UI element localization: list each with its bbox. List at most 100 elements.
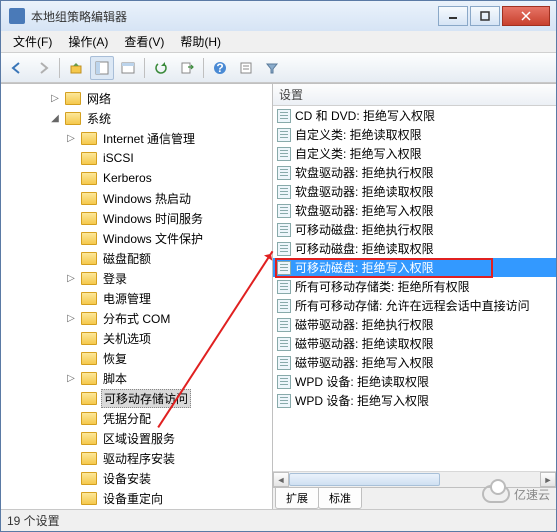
expander-closed-icon[interactable]: ▷ — [65, 272, 77, 284]
refresh-button[interactable] — [149, 56, 173, 80]
tree-item-label: 区域设置服务 — [101, 430, 177, 447]
list-item[interactable]: WPD 设备: 拒绝读取权限 — [273, 372, 556, 391]
tree-item[interactable]: 磁盘配额 — [1, 248, 272, 268]
list-item-label: WPD 设备: 拒绝读取权限 — [295, 373, 429, 390]
tree-item[interactable]: ▷登录 — [1, 268, 272, 288]
filter-button[interactable] — [260, 56, 284, 80]
expander-closed-icon[interactable]: ▷ — [65, 312, 77, 324]
tree-item[interactable]: Windows 热启动 — [1, 188, 272, 208]
list-item[interactable]: 可移动磁盘: 拒绝执行权限 — [273, 220, 556, 239]
export-button[interactable] — [175, 56, 199, 80]
close-button[interactable] — [502, 6, 550, 26]
list-item[interactable]: 所有可移动存储类: 拒绝所有权限 — [273, 277, 556, 296]
list-item[interactable]: 磁带驱动器: 拒绝读取权限 — [273, 334, 556, 353]
expander-none — [65, 492, 77, 504]
policy-icon — [277, 109, 291, 123]
menu-action[interactable]: 操作(A) — [60, 31, 116, 52]
tree-item[interactable]: iSCSI — [1, 148, 272, 168]
tree-item[interactable]: ▷ 分布式 COM — [1, 308, 272, 328]
minimize-button[interactable] — [438, 6, 468, 26]
tree-item[interactable]: 电源管理 — [1, 288, 272, 308]
expander-open-icon[interactable]: ◢ — [49, 112, 61, 124]
tree-pane[interactable]: ▷ 网络◢系统▷Internet 通信管理iSCSIKerberos Windows… — [1, 84, 273, 509]
scroll-track[interactable] — [289, 472, 540, 487]
maximize-button[interactable] — [470, 6, 500, 26]
tree-item[interactable]: ▷ 网络 — [1, 88, 272, 108]
scroll-left-button[interactable]: ◄ — [273, 472, 289, 487]
list-body[interactable]: CD 和 DVD: 拒绝写入权限自定义类: 拒绝读取权限自定义类: 拒绝写入权限… — [273, 106, 556, 471]
list-tabs: 扩展 标准 — [273, 487, 556, 509]
expander-none — [65, 212, 77, 224]
folder-icon — [81, 132, 97, 145]
tree-item[interactable]: Kerberos — [1, 168, 272, 188]
policy-icon — [277, 375, 291, 389]
show-tree-button[interactable] — [90, 56, 114, 80]
tree-item[interactable]: ▷脚本 — [1, 368, 272, 388]
list-item[interactable]: 软盘驱动器: 拒绝写入权限 — [273, 201, 556, 220]
tree-item[interactable]: 恢复 — [1, 348, 272, 368]
list-item[interactable]: 软盘驱动器: 拒绝读取权限 — [273, 182, 556, 201]
statusbar: 19 个设置 — [1, 509, 556, 531]
list-item[interactable]: 软盘驱动器: 拒绝执行权限 — [273, 163, 556, 182]
list-item[interactable]: 自定义类: 拒绝写入权限 — [273, 144, 556, 163]
expander-none — [65, 252, 77, 264]
tree-item[interactable]: 驱动程序安装 — [1, 448, 272, 468]
up-button[interactable] — [64, 56, 88, 80]
tree-item[interactable]: ▷Internet 通信管理 — [1, 128, 272, 148]
tree-item-label: 设备重定向 — [101, 490, 165, 507]
scroll-right-button[interactable]: ► — [540, 472, 556, 487]
console-button[interactable] — [116, 56, 140, 80]
folder-icon — [81, 492, 97, 505]
list-item-label: 磁带驱动器: 拒绝执行权限 — [295, 316, 434, 333]
tab-extended[interactable]: 扩展 — [275, 488, 319, 509]
tree-item[interactable]: 设备重定向 — [1, 488, 272, 508]
expander-closed-icon[interactable]: ▷ — [49, 92, 61, 104]
tab-standard[interactable]: 标准 — [318, 488, 362, 509]
policy-icon — [277, 242, 291, 256]
list-item-label: 磁带驱动器: 拒绝写入权限 — [295, 354, 434, 371]
list-item[interactable]: WPD 设备: 拒绝写入权限 — [273, 391, 556, 410]
tree-item-label: Windows 热启动 — [101, 190, 193, 207]
tree-item[interactable]: ◢系统 — [1, 108, 272, 128]
tree-item[interactable]: 关机选项 — [1, 328, 272, 348]
tree-item[interactable]: 可移动存储访问 — [1, 388, 272, 408]
expander-closed-icon[interactable]: ▷ — [65, 132, 77, 144]
tree-item-label: 分布式 COM — [101, 310, 172, 327]
list-item[interactable]: 自定义类: 拒绝读取权限 — [273, 125, 556, 144]
tree-item-label: Windows 时间服务 — [101, 210, 205, 227]
list-item-label: 所有可移动存储类: 拒绝所有权限 — [295, 278, 470, 295]
tree-item[interactable]: 区域设置服务 — [1, 428, 272, 448]
menu-help[interactable]: 帮助(H) — [172, 31, 229, 52]
menu-view[interactable]: 查看(V) — [116, 31, 172, 52]
help-button[interactable]: ? — [208, 56, 232, 80]
list-item[interactable]: 所有可移动存储: 允许在远程会话中直接访问 — [273, 296, 556, 315]
folder-icon — [81, 272, 97, 285]
list-item[interactable]: 可移动磁盘: 拒绝读取权限 — [273, 239, 556, 258]
back-button[interactable] — [5, 56, 29, 80]
tree-item[interactable]: Windows 时间服务 — [1, 208, 272, 228]
policy-icon — [277, 128, 291, 142]
tree-item-label: 网络 — [85, 90, 113, 107]
list-item-label: WPD 设备: 拒绝写入权限 — [295, 392, 429, 409]
tree-item[interactable]: 设备安装 — [1, 468, 272, 488]
menu-file[interactable]: 文件(F) — [5, 31, 60, 52]
list-item[interactable]: 磁带驱动器: 拒绝写入权限 — [273, 353, 556, 372]
tree-item[interactable]: Windows 文件保护 — [1, 228, 272, 248]
scroll-thumb[interactable] — [289, 473, 440, 486]
horizontal-scrollbar[interactable]: ◄ ► — [273, 471, 556, 487]
list-header-settings[interactable]: 设置 — [273, 84, 556, 106]
tree-item-label: Windows 文件保护 — [101, 230, 205, 247]
policy-icon — [277, 185, 291, 199]
list-item[interactable]: CD 和 DVD: 拒绝写入权限 — [273, 106, 556, 125]
folder-icon — [81, 212, 97, 225]
titlebar[interactable]: 本地组策略编辑器 — [1, 1, 556, 31]
list-item[interactable]: 可移动磁盘: 拒绝写入权限 — [273, 258, 556, 277]
policy-icon — [277, 166, 291, 180]
list-item-label: 可移动磁盘: 拒绝写入权限 — [295, 259, 434, 276]
forward-button[interactable] — [31, 56, 55, 80]
list-item-label: 所有可移动存储: 允许在远程会话中直接访问 — [295, 297, 530, 314]
properties-button[interactable] — [234, 56, 258, 80]
expander-closed-icon[interactable]: ▷ — [65, 372, 77, 384]
tree-item[interactable]: 凭据分配 — [1, 408, 272, 428]
list-item[interactable]: 磁带驱动器: 拒绝执行权限 — [273, 315, 556, 334]
